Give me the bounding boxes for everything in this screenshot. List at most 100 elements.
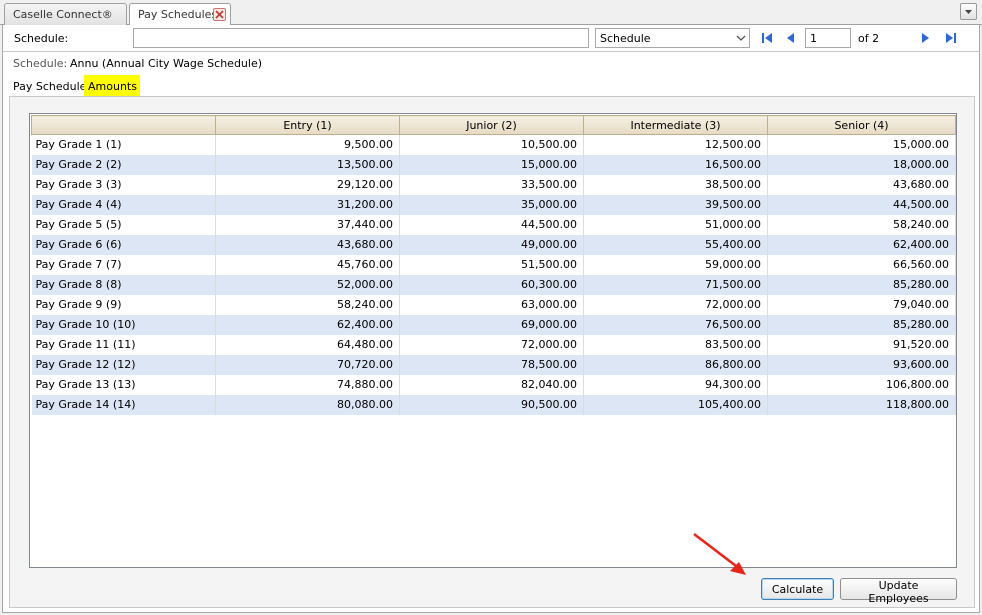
row-label-cell[interactable]: Pay Grade 13 (13): [31, 374, 216, 395]
row-label-cell[interactable]: Pay Grade 12 (12): [31, 354, 216, 375]
amount-cell[interactable]: 18,000.00: [767, 154, 956, 175]
amount-cell[interactable]: 49,000.00: [399, 234, 584, 255]
amount-cell[interactable]: 62,400.00: [215, 314, 400, 335]
calculate-button[interactable]: Calculate: [761, 578, 834, 600]
column-header[interactable]: Intermediate (3): [583, 115, 768, 135]
amount-cell[interactable]: 94,300.00: [583, 374, 768, 395]
amount-cell[interactable]: 91,520.00: [767, 334, 956, 355]
search-field-select[interactable]: Schedule: [595, 28, 750, 48]
close-icon[interactable]: [213, 8, 226, 21]
amount-cell[interactable]: 60,300.00: [399, 274, 584, 295]
amount-cell[interactable]: 15,000.00: [767, 134, 956, 155]
table-row[interactable]: Pay Grade 9 (9) 58,240.00 63,000.00 72,000.…: [31, 294, 956, 315]
amount-cell[interactable]: 52,000.00: [215, 274, 400, 295]
amount-cell[interactable]: 12,500.00: [583, 134, 768, 155]
row-label-cell[interactable]: Pay Grade 1 (1): [31, 134, 216, 155]
tab-pay-schedules[interactable]: Pay Schedules: [129, 3, 231, 26]
amount-cell[interactable]: 44,500.00: [399, 214, 584, 235]
amount-cell[interactable]: 58,240.00: [215, 294, 400, 315]
amount-cell[interactable]: 80,080.00: [215, 394, 400, 415]
amount-cell[interactable]: 85,280.00: [767, 314, 956, 335]
amount-cell[interactable]: 45,760.00: [215, 254, 400, 275]
row-label-cell[interactable]: Pay Grade 2 (2): [31, 154, 216, 175]
next-page-icon[interactable]: [918, 31, 932, 45]
amount-cell[interactable]: 82,040.00: [399, 374, 584, 395]
column-header[interactable]: Junior (2): [399, 115, 584, 135]
table-row[interactable]: Pay Grade 10 (10) 62,400.00 69,000.00 76,50…: [31, 314, 956, 335]
row-label-cell[interactable]: Pay Grade 7 (7): [31, 254, 216, 275]
amount-cell[interactable]: 43,680.00: [767, 174, 956, 195]
amount-cell[interactable]: 37,440.00: [215, 214, 400, 235]
amount-cell[interactable]: 86,800.00: [583, 354, 768, 375]
amount-cell[interactable]: 38,500.00: [583, 174, 768, 195]
amount-cell[interactable]: 15,000.00: [399, 154, 584, 175]
first-page-icon[interactable]: [760, 31, 774, 45]
row-label-cell[interactable]: Pay Grade 10 (10): [31, 314, 216, 335]
amount-cell[interactable]: 72,000.00: [399, 334, 584, 355]
table-row[interactable]: Pay Grade 5 (5) 37,440.00 44,500.00 51,000.…: [31, 214, 956, 235]
row-label-cell[interactable]: Pay Grade 8 (8): [31, 274, 216, 295]
amount-cell[interactable]: 33,500.00: [399, 174, 584, 195]
amount-cell[interactable]: 51,500.00: [399, 254, 584, 275]
tab-caselle-connect[interactable]: Caselle Connect®: [4, 3, 127, 25]
amount-cell[interactable]: 31,200.00: [215, 194, 400, 215]
amount-cell[interactable]: 59,000.00: [583, 254, 768, 275]
amount-cell[interactable]: 16,500.00: [583, 154, 768, 175]
table-row[interactable]: Pay Grade 4 (4) 31,200.00 35,000.00 39,500.…: [31, 194, 956, 215]
amount-cell[interactable]: 93,600.00: [767, 354, 956, 375]
column-header[interactable]: Senior (4): [767, 115, 956, 135]
amount-cell[interactable]: 74,880.00: [215, 374, 400, 395]
table-row[interactable]: Pay Grade 8 (8) 52,000.00 60,300.00 71,500.…: [31, 274, 956, 295]
amount-cell[interactable]: 79,040.00: [767, 294, 956, 315]
amount-cell[interactable]: 55,400.00: [583, 234, 768, 255]
tab-amounts[interactable]: Amounts: [84, 75, 140, 96]
amount-cell[interactable]: 29,120.00: [215, 174, 400, 195]
amount-cell[interactable]: 78,500.00: [399, 354, 584, 375]
row-label-cell[interactable]: Pay Grade 11 (11): [31, 334, 216, 355]
page-number-input[interactable]: 1: [805, 28, 851, 48]
table-row[interactable]: Pay Grade 7 (7) 45,760.00 51,500.00 59,000.…: [31, 254, 956, 275]
table-row[interactable]: Pay Grade 12 (12) 70,720.00 78,500.00 86,80…: [31, 354, 956, 375]
amount-cell[interactable]: 63,000.00: [399, 294, 584, 315]
row-label-cell[interactable]: Pay Grade 3 (3): [31, 174, 216, 195]
row-label-cell[interactable]: Pay Grade 14 (14): [31, 394, 216, 415]
previous-page-icon[interactable]: [784, 31, 798, 45]
row-label-cell[interactable]: Pay Grade 9 (9): [31, 294, 216, 315]
amount-cell[interactable]: 10,500.00: [399, 134, 584, 155]
row-label-cell[interactable]: Pay Grade 4 (4): [31, 194, 216, 215]
table-row[interactable]: Pay Grade 11 (11) 64,480.00 72,000.00 83,50…: [31, 334, 956, 355]
amount-cell[interactable]: 9,500.00: [215, 134, 400, 155]
amount-cell[interactable]: 70,720.00: [215, 354, 400, 375]
tab-menu-button[interactable]: [960, 3, 977, 20]
amount-cell[interactable]: 62,400.00: [767, 234, 956, 255]
amount-cell[interactable]: 35,000.00: [399, 194, 584, 215]
amount-cell[interactable]: 51,000.00: [583, 214, 768, 235]
table-row[interactable]: Pay Grade 3 (3) 29,120.00 33,500.00 38,500.…: [31, 174, 956, 195]
tab-pay-schedule[interactable]: Pay Schedule: [9, 75, 90, 96]
amount-cell[interactable]: 83,500.00: [583, 334, 768, 355]
amount-cell[interactable]: 66,560.00: [767, 254, 956, 275]
amounts-grid[interactable]: Entry (1) Junior (2) Intermediate (3) Se…: [29, 113, 957, 568]
amount-cell[interactable]: 44,500.00: [767, 194, 956, 215]
amount-cell[interactable]: 72,000.00: [583, 294, 768, 315]
amount-cell[interactable]: 69,000.00: [399, 314, 584, 335]
amount-cell[interactable]: 90,500.00: [399, 394, 584, 415]
update-employees-button[interactable]: Update Employees: [840, 578, 957, 605]
amount-cell[interactable]: 106,800.00: [767, 374, 956, 395]
amount-cell[interactable]: 71,500.00: [583, 274, 768, 295]
column-header[interactable]: Entry (1): [215, 115, 400, 135]
amount-cell[interactable]: 43,680.00: [215, 234, 400, 255]
amount-cell[interactable]: 85,280.00: [767, 274, 956, 295]
amount-cell[interactable]: 105,400.00: [583, 394, 768, 415]
table-row[interactable]: Pay Grade 14 (14) 80,080.00 90,500.00 105,4…: [31, 394, 956, 415]
amount-cell[interactable]: 58,240.00: [767, 214, 956, 235]
schedule-input[interactable]: [133, 28, 589, 48]
last-page-icon[interactable]: [944, 31, 958, 45]
amount-cell[interactable]: 76,500.00: [583, 314, 768, 335]
amount-cell[interactable]: 64,480.00: [215, 334, 400, 355]
amount-cell[interactable]: 118,800.00: [767, 394, 956, 415]
table-row[interactable]: Pay Grade 2 (2) 13,500.00 15,000.00 16,500.…: [31, 154, 956, 175]
table-row[interactable]: Pay Grade 6 (6) 43,680.00 49,000.00 55,400.…: [31, 234, 956, 255]
amount-cell[interactable]: 39,500.00: [583, 194, 768, 215]
row-label-cell[interactable]: Pay Grade 5 (5): [31, 214, 216, 235]
